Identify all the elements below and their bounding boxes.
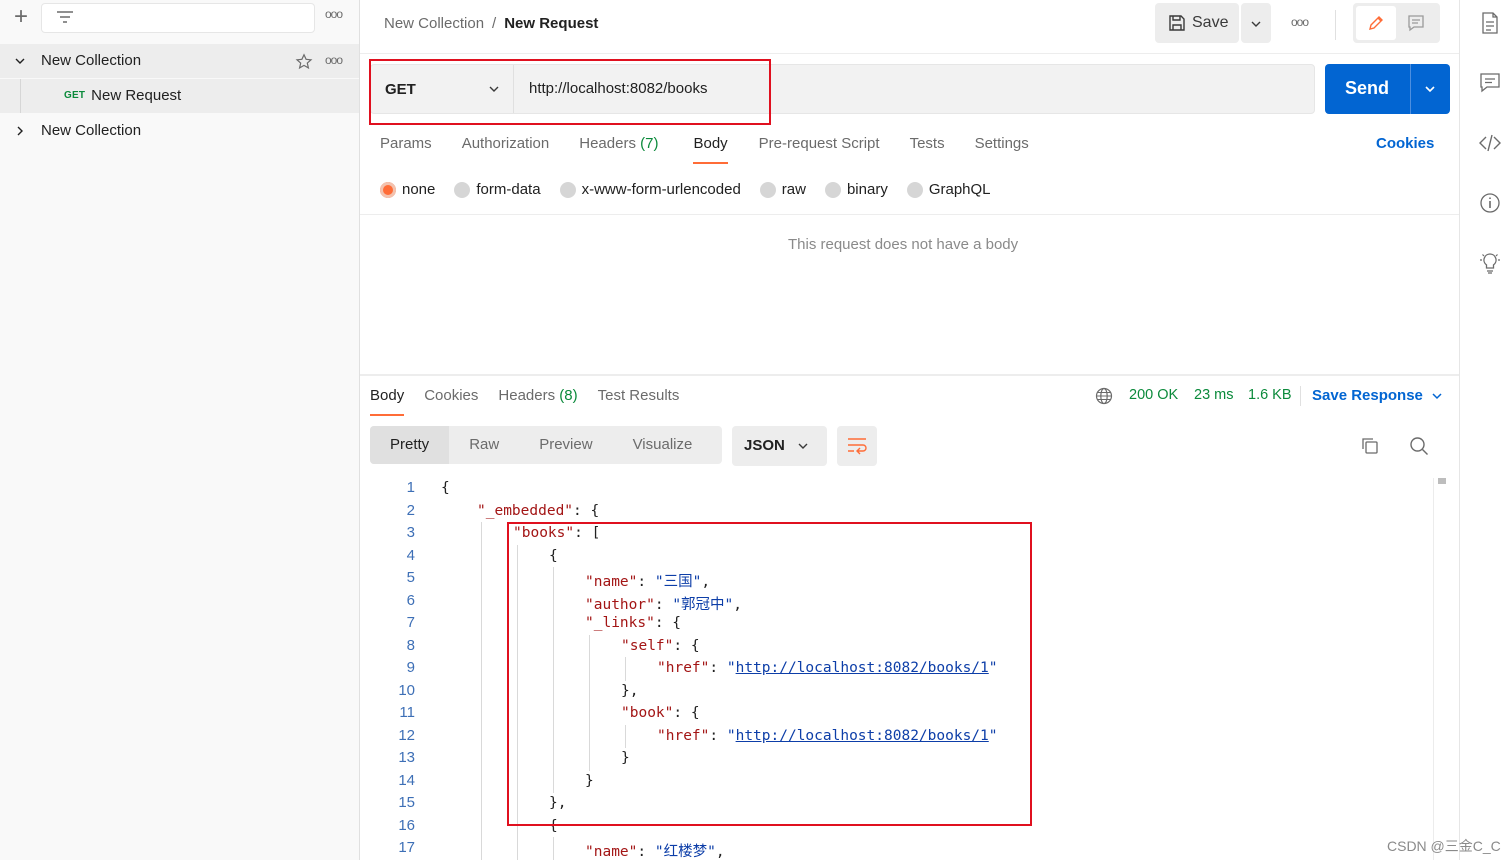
indent-guide (481, 814, 482, 838)
indent-guide (481, 567, 482, 591)
line-number: 9 (406, 659, 415, 676)
comments-icon[interactable] (1478, 71, 1502, 95)
code-line: { (441, 480, 450, 496)
json-punct: : (637, 844, 655, 860)
line-number: 14 (398, 771, 415, 789)
json-punct: , (715, 844, 725, 860)
json-punct: { (441, 480, 450, 496)
line-number: 5 (406, 569, 415, 586)
line-number: 7 (406, 614, 415, 631)
line-number: 15 (398, 794, 415, 811)
indent-guide (481, 522, 482, 546)
indent-guide (481, 589, 482, 613)
code-line: "_embedded": { (477, 503, 599, 519)
line-number: 4 (406, 546, 415, 564)
code-scrollbar-thumb[interactable] (1438, 478, 1446, 484)
right-rail-divider (1459, 0, 1460, 860)
indent-guide (481, 769, 482, 793)
indent-guide (553, 837, 554, 860)
watermark: CSDN @三金C_C (1387, 838, 1501, 854)
json-key: "_embedded" (477, 502, 574, 519)
indent-guide (517, 837, 518, 860)
indent-guide (481, 724, 482, 748)
indent-guide (481, 657, 482, 681)
indent-guide (481, 634, 482, 658)
line-number: 11 (399, 704, 415, 721)
json-punct: : { (573, 502, 600, 519)
line-number: 13 (398, 749, 415, 766)
lightbulb-icon[interactable] (1478, 251, 1502, 275)
line-number: 10 (398, 681, 415, 699)
indent-guide (481, 837, 482, 860)
indent-guide (481, 792, 482, 816)
json-string: "红楼梦" (654, 844, 716, 860)
line-number: 16 (398, 816, 415, 834)
indent-guide (481, 544, 482, 568)
code-scrollbar-track[interactable] (1433, 478, 1434, 860)
line-number: 3 (406, 524, 415, 541)
line-number: 17 (398, 839, 415, 856)
code-icon[interactable] (1478, 131, 1502, 155)
indent-guide (481, 612, 482, 636)
indent-guide (481, 702, 482, 726)
documentation-icon[interactable] (1478, 11, 1502, 35)
line-number: 2 (406, 501, 415, 519)
code-line: "name": "红楼梦", (585, 840, 725, 860)
json-key: "name" (585, 844, 638, 860)
info-icon[interactable] (1478, 191, 1502, 215)
indent-guide (481, 679, 482, 703)
indent-guide (481, 747, 482, 771)
line-number: 12 (398, 726, 415, 744)
line-number: 6 (406, 591, 415, 609)
line-number: 1 (406, 479, 415, 496)
highlight-box-books (507, 522, 1032, 826)
line-number: 8 (406, 636, 415, 654)
